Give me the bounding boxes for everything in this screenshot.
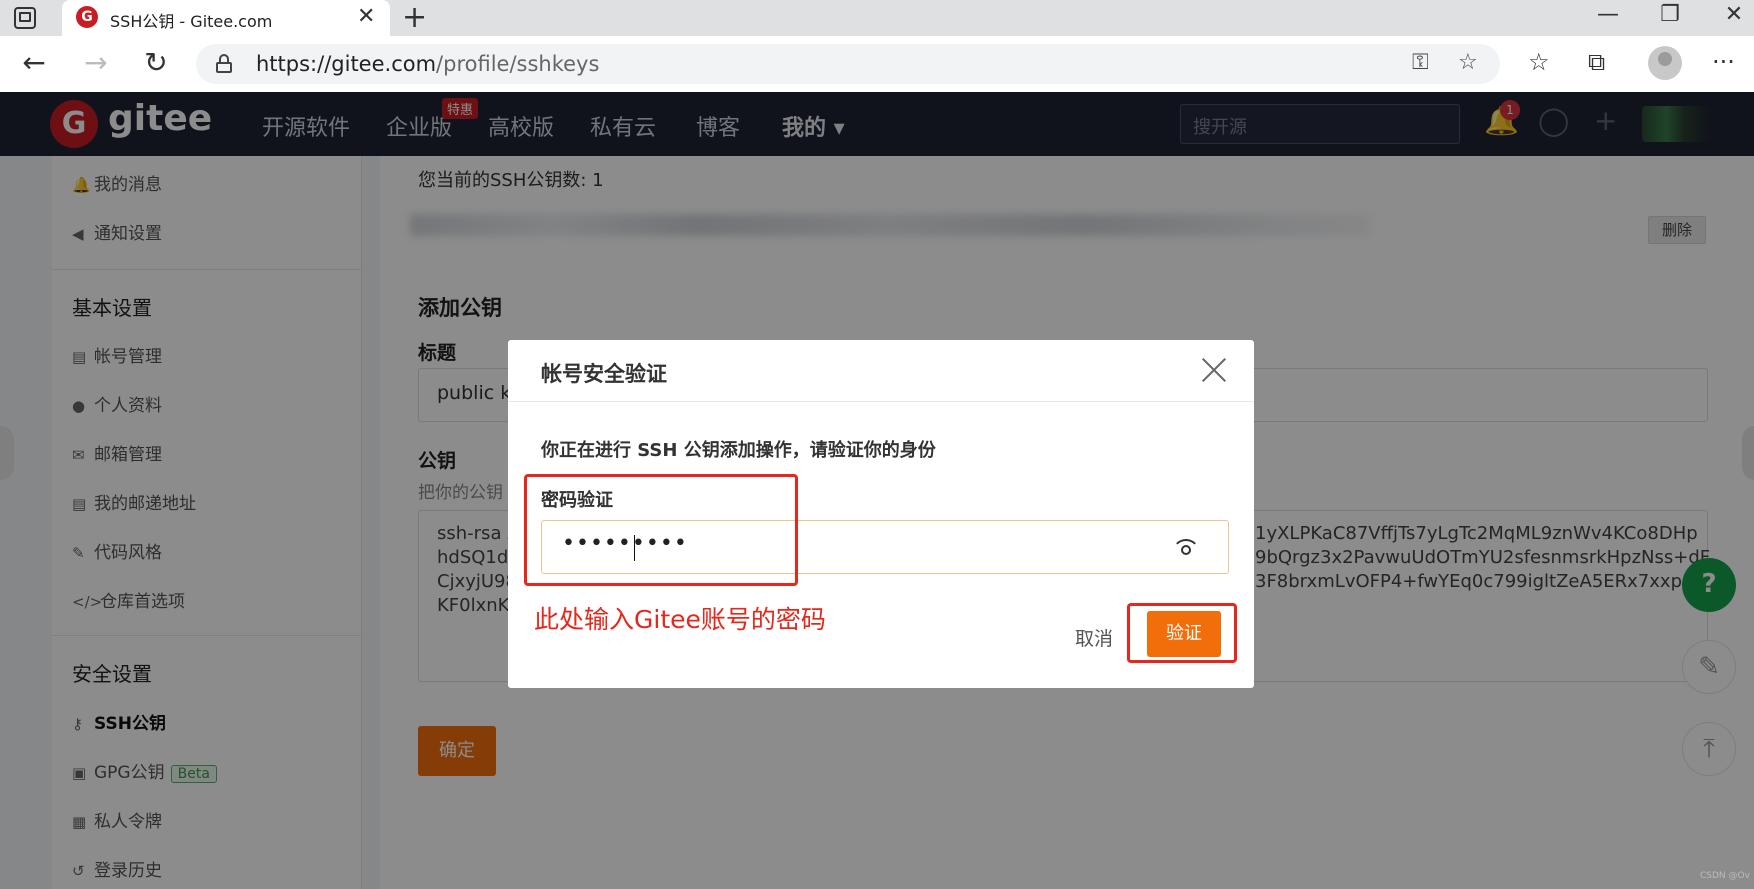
url-text[interactable]: https://gitee.com/profile/sshkeys bbox=[256, 52, 599, 76]
minimize-icon[interactable]: — bbox=[1588, 2, 1628, 27]
add-favorite-icon[interactable]: ☆ bbox=[1458, 50, 1478, 75]
lock-icon[interactable] bbox=[216, 54, 232, 73]
favorites-icon[interactable]: ☆ bbox=[1528, 48, 1550, 76]
more-icon[interactable]: ··· bbox=[1712, 48, 1735, 76]
browser-profile-avatar[interactable] bbox=[1648, 46, 1682, 80]
watermark: CSDN @Ov bbox=[1700, 871, 1750, 881]
browser-toolbar: ← → ↻ https://gitee.com/profile/sshkeys … bbox=[0, 36, 1754, 92]
url-path: /profile/sshkeys bbox=[436, 52, 600, 76]
restore-icon[interactable]: ❐ bbox=[1650, 2, 1690, 27]
cancel-button[interactable]: 取消 bbox=[1075, 624, 1113, 651]
url-host: https://gitee.com bbox=[256, 52, 437, 76]
collections-icon[interactable]: ⧉ bbox=[1588, 48, 1605, 76]
close-icon[interactable] bbox=[1198, 354, 1230, 386]
dialog-description: 你正在进行 SSH 公钥添加操作，请验证你的身份 bbox=[541, 440, 936, 461]
tab-close-icon[interactable]: ✕ bbox=[357, 4, 375, 29]
tab-actions-icon[interactable] bbox=[14, 7, 36, 29]
annotation-box-password bbox=[524, 474, 798, 586]
forward-icon[interactable]: → bbox=[76, 46, 116, 79]
eye-icon[interactable] bbox=[1172, 537, 1200, 559]
browser-tab-bar: G SSH公钥 - Gitee.com ✕ + — ❐ ✕ bbox=[0, 0, 1754, 36]
annotation-box-verify bbox=[1127, 603, 1237, 663]
browser-tab[interactable]: G SSH公钥 - Gitee.com ✕ bbox=[62, 0, 390, 36]
address-bar[interactable]: https://gitee.com/profile/sshkeys ⚿ ☆ bbox=[196, 44, 1500, 84]
annotation-text: 此处输入Gitee账号的密码 bbox=[534, 605, 826, 634]
gitee-favicon-icon: G bbox=[76, 6, 98, 28]
dialog-header: 帐号安全验证 bbox=[508, 340, 1254, 402]
password-key-icon[interactable]: ⚿ bbox=[1412, 50, 1429, 75]
window-close-icon[interactable]: ✕ bbox=[1714, 2, 1754, 27]
back-icon[interactable]: ← bbox=[14, 46, 54, 79]
tab-title: SSH公钥 - Gitee.com bbox=[110, 12, 273, 31]
dialog-title: 帐号安全验证 bbox=[541, 362, 667, 386]
refresh-icon[interactable]: ↻ bbox=[136, 46, 176, 79]
new-tab-icon[interactable]: + bbox=[402, 0, 427, 35]
